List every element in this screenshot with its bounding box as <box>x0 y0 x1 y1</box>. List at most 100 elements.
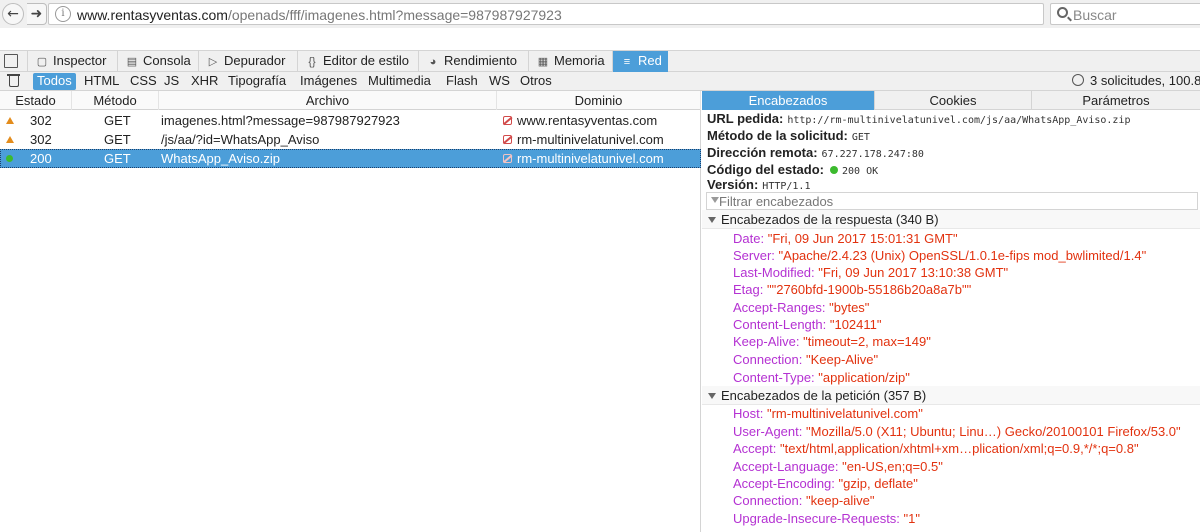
header-row: Content-Type: "application/zip" <box>733 369 910 386</box>
redirect-status-icon <box>6 136 14 143</box>
insecure-lock-icon <box>503 116 512 125</box>
header-row: User-Agent: "Mozilla/5.0 (X11; Ubuntu; L… <box>733 423 1181 440</box>
tab-label: Consola <box>143 53 191 68</box>
devtools-toolbar: ▢ Inspector ▤ Consola ▷ Depurador {} Editor … <box>0 50 1200 72</box>
filter-flash[interactable]: Flash <box>442 73 482 90</box>
twisty-open-icon <box>708 217 716 223</box>
network-icon: ≡ <box>623 56 631 68</box>
header-value: "timeout=2, max=149" <box>803 334 931 349</box>
filter-all[interactable]: Todos <box>33 73 76 90</box>
header-row: Accept-Encoding: "gzip, deflate" <box>733 475 918 492</box>
header-key: Connection: <box>733 352 803 367</box>
tab-network[interactable]: ≡ Red <box>612 51 668 72</box>
summary-value: http://rm-multinivelatunivel.com/js/aa/W… <box>787 115 1131 126</box>
tab-cookies[interactable]: Cookies <box>875 91 1032 110</box>
tab-style-editor[interactable]: {} Editor de estilo <box>297 51 416 72</box>
header-key: Connection: <box>733 493 803 508</box>
header-value: "Fri, 09 Jun 2017 15:01:31 GMT" <box>767 231 958 246</box>
column-file[interactable]: Archivo <box>159 91 497 110</box>
header-value: "rm-multinivelatunivel.com" <box>766 406 923 421</box>
url-bar[interactable]: i www.rentasyventas.com/openads/fff/imag… <box>48 3 1044 25</box>
tab-console[interactable]: ▤ Consola <box>117 51 197 72</box>
tab-performance[interactable]: ◕ Rendimiento <box>418 51 526 72</box>
request-filter-bar: Todos HTML CSS JS XHR Tipografía Imágene… <box>0 72 1200 91</box>
status-ok-dot <box>830 166 838 174</box>
element-picker-icon[interactable] <box>4 54 18 68</box>
filter-media[interactable]: Multimedia <box>364 73 435 90</box>
search-placeholder: Buscar <box>1073 7 1117 23</box>
summary-remote: Dirección remota: 67.227.178.247:80 <box>707 144 924 161</box>
search-input[interactable]: Buscar <box>1050 3 1200 25</box>
tab-label: Red <box>638 53 662 68</box>
back-button[interactable]: ← <box>2 3 24 25</box>
request-row-selected[interactable]: 200 GET WhatsApp_Aviso.zip rm-multinivel… <box>0 149 701 168</box>
request-row[interactable]: 302 GET /js/aa/?id=WhatsApp_Aviso rm-mul… <box>0 130 701 149</box>
request-file: imagenes.html?message=987987927923 <box>161 113 400 128</box>
request-method: GET <box>104 132 131 147</box>
tab-label: Rendimiento <box>444 53 517 68</box>
header-value: "102411" <box>829 317 882 332</box>
header-row: Date: "Fri, 09 Jun 2017 15:01:31 GMT" <box>733 230 958 247</box>
header-row: Host: "rm-multinivelatunivel.com" <box>733 405 923 422</box>
filter-ws[interactable]: WS <box>485 73 514 90</box>
tab-label: Depurador <box>224 53 286 68</box>
url-text[interactable]: www.rentasyventas.com/openads/fff/imagen… <box>77 7 562 23</box>
summary-value: GET <box>851 132 870 143</box>
filter-xhr[interactable]: XHR <box>187 73 222 90</box>
filter-js[interactable]: JS <box>160 73 183 90</box>
filter-fonts[interactable]: Tipografía <box>224 73 290 90</box>
request-status: 200 <box>30 151 52 166</box>
column-domain[interactable]: Dominio <box>497 91 701 110</box>
header-key: User-Agent: <box>733 424 803 439</box>
filter-images[interactable]: Imágenes <box>296 73 361 90</box>
response-headers-section[interactable]: Encabezados de la respuesta (340 B) <box>702 210 1200 229</box>
tab-params[interactable]: Parámetros <box>1032 91 1200 110</box>
request-domain: rm-multinivelatunivel.com <box>517 151 664 166</box>
header-key: Accept-Language: <box>733 459 839 474</box>
url-domain: www.rentasyventas.com <box>77 7 228 23</box>
forward-button[interactable]: ➜ <box>27 3 47 25</box>
request-method: GET <box>104 113 131 128</box>
twisty-open-icon <box>708 393 716 399</box>
tab-debugger[interactable]: ▷ Depurador <box>198 51 294 72</box>
header-row: Upgrade-Insecure-Requests: "1" <box>733 510 920 527</box>
trash-icon[interactable] <box>7 74 20 87</box>
request-file: WhatsApp_Aviso.zip <box>161 151 280 166</box>
header-key: Upgrade-Insecure-Requests: <box>733 511 900 526</box>
debugger-icon: ▷ <box>208 56 218 68</box>
tab-inspector[interactable]: ▢ Inspector <box>27 51 112 72</box>
column-status[interactable]: Estado <box>0 91 72 110</box>
insecure-lock-icon <box>503 154 512 163</box>
column-method[interactable]: Método <box>72 91 159 110</box>
summary-method: Método de la solicitud: GET <box>707 127 870 144</box>
summary-value: 200 OK <box>842 166 879 177</box>
summary-version: Versión: HTTP/1.1 <box>707 176 810 193</box>
header-key: Accept-Encoding: <box>733 476 835 491</box>
request-row[interactable]: 302 GET imagenes.html?message=9879879279… <box>0 111 701 130</box>
request-details-panel: Encabezados Cookies Parámetros URL pedid… <box>702 91 1200 532</box>
header-value: "text/html,application/xhtml+xm…plicatio… <box>779 441 1139 456</box>
header-value: "keep-alive" <box>806 493 875 508</box>
header-row: Server: "Apache/2.4.23 (Unix) OpenSSL/1.… <box>733 247 1146 264</box>
tab-memory[interactable]: ▦ Memoria <box>528 51 610 72</box>
request-method: GET <box>104 151 131 166</box>
info-icon[interactable]: i <box>55 6 71 22</box>
section-title: Encabezados de la petición (357 B) <box>721 388 927 403</box>
filter-css[interactable]: CSS <box>126 73 161 90</box>
filter-other[interactable]: Otros <box>516 73 556 90</box>
filter-headers-input[interactable]: Filtrar encabezados <box>706 192 1198 210</box>
filter-html[interactable]: HTML <box>80 73 123 90</box>
header-value: "Mozilla/5.0 (X11; Ubuntu; Linu…) Gecko/… <box>806 424 1181 439</box>
redirect-status-icon <box>6 117 14 124</box>
tab-headers[interactable]: Encabezados <box>702 91 875 110</box>
braces-icon: {} <box>308 56 316 68</box>
filter-headers-placeholder: Filtrar encabezados <box>719 194 834 209</box>
request-headers-section[interactable]: Encabezados de la petición (357 B) <box>702 386 1200 405</box>
summary-key: Método de la solicitud: <box>707 128 848 143</box>
gauge-icon: ◕ <box>429 56 437 68</box>
requests-table-header: Estado Método Archivo Dominio <box>0 91 701 110</box>
request-summary[interactable]: 3 solicitudes, 100.82 <box>1072 73 1200 88</box>
header-key: Date: <box>733 231 765 246</box>
memory-icon: ▦ <box>537 56 549 68</box>
header-value: ""2760bfd-1900b-55186b20a8a7b"" <box>766 282 972 297</box>
